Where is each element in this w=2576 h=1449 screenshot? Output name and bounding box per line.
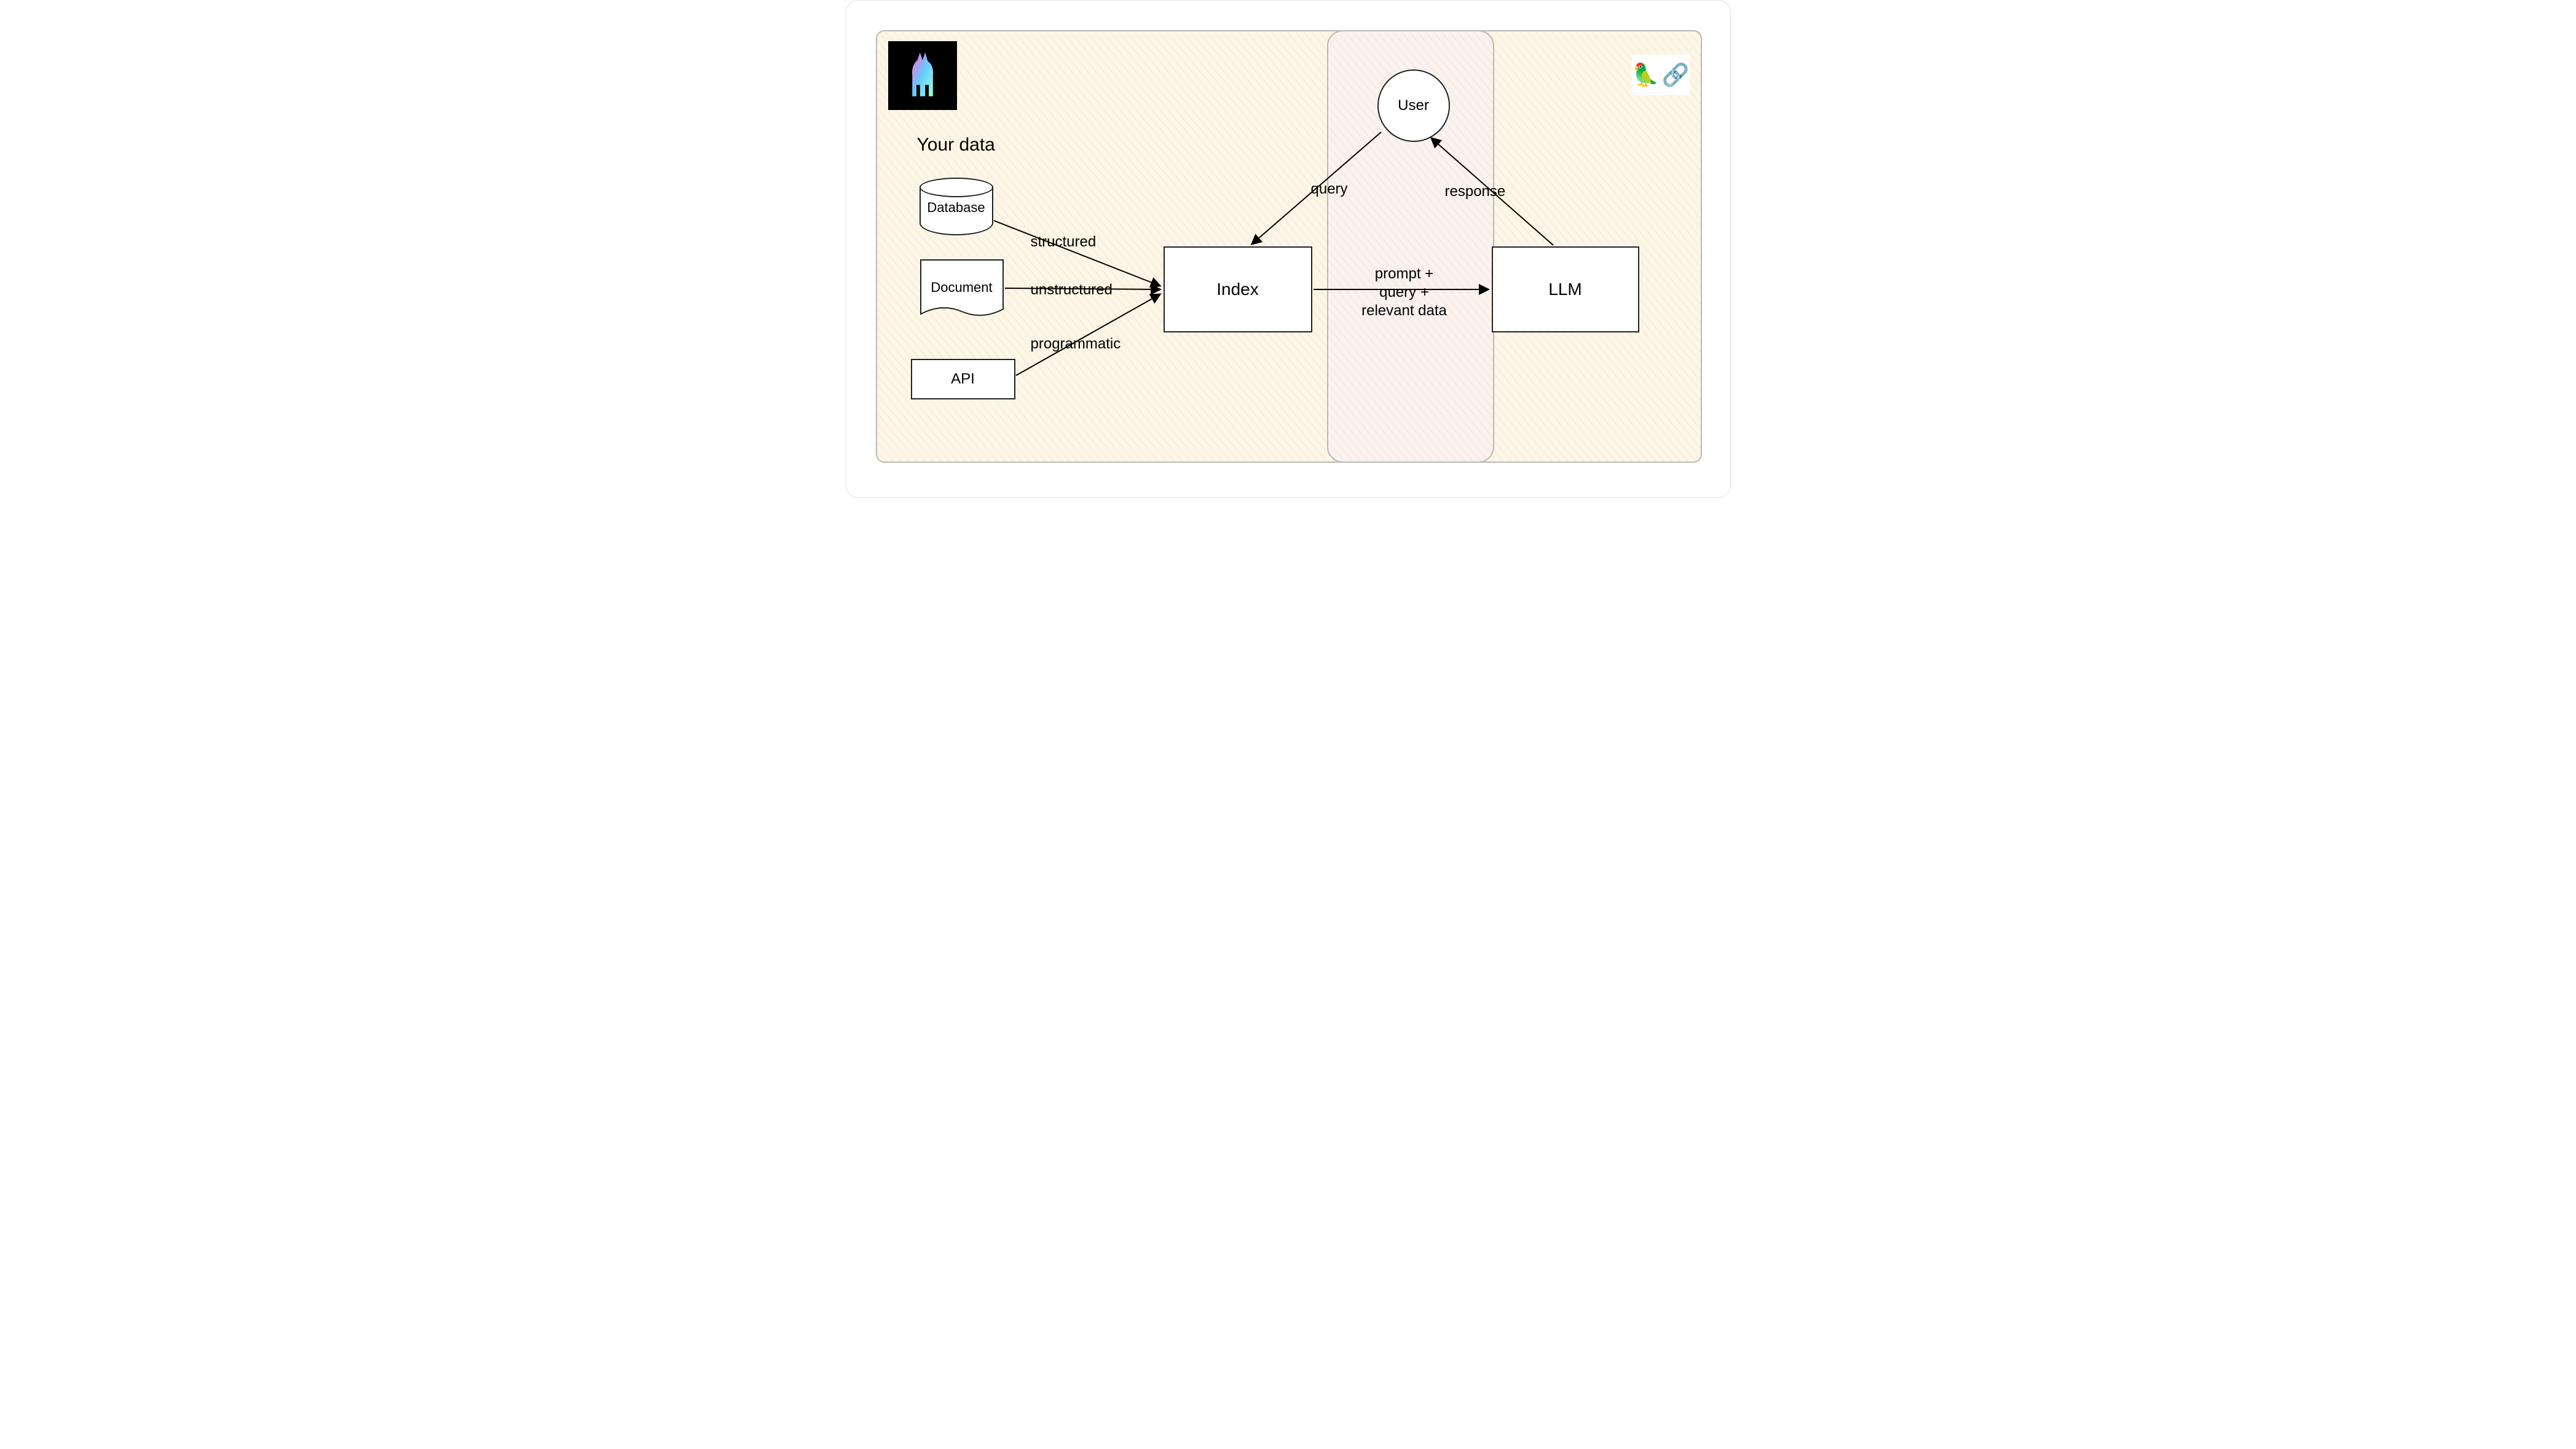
your-data-title: Your data — [917, 135, 995, 155]
user-label: User — [1398, 97, 1429, 114]
chain-icon: 🔗 — [1662, 62, 1690, 88]
api-node: API — [911, 359, 1015, 399]
structured-label: structured — [1031, 233, 1097, 251]
user-node: User — [1377, 69, 1450, 142]
diagram-canvas: 🦜 🔗 Your data Database Document API Inde… — [846, 0, 1731, 498]
programmatic-label: programmatic — [1031, 335, 1121, 353]
llm-label: LLM — [1548, 280, 1581, 299]
langchain-logo: 🦜 🔗 — [1632, 55, 1690, 95]
parrot-icon: 🦜 — [1632, 62, 1660, 88]
llm-node: LLM — [1492, 246, 1639, 332]
index-label: Index — [1216, 280, 1259, 299]
database-label: Database — [920, 200, 993, 216]
database-node: Database — [920, 178, 993, 235]
llama-icon — [897, 50, 948, 101]
api-label: API — [951, 371, 975, 388]
response-label: response — [1445, 183, 1506, 201]
prompt-label: prompt + query + relevant data — [1349, 265, 1460, 320]
document-node: Document — [920, 259, 1004, 320]
query-label: query — [1311, 180, 1348, 198]
document-label: Document — [920, 280, 1004, 296]
unstructured-label: unstructured — [1031, 281, 1113, 299]
index-node: Index — [1164, 246, 1312, 332]
llama-index-logo — [888, 41, 957, 110]
